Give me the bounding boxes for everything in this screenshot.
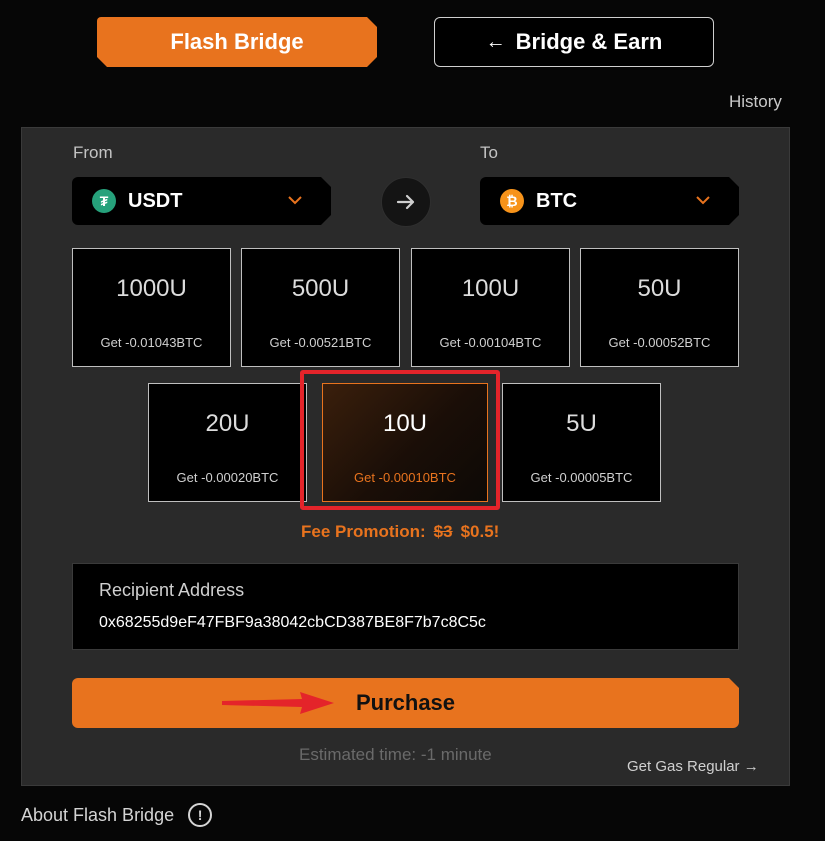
highlight-annotation xyxy=(300,370,500,510)
tab-bridge-earn-label: Bridge & Earn xyxy=(515,29,663,54)
amount-get: Get -0.00521BTC xyxy=(269,335,372,350)
arrow-right-icon xyxy=(396,194,415,210)
amount-get: Get -0.01043BTC xyxy=(100,335,203,350)
tether-icon: ₮ xyxy=(92,189,116,213)
from-token-select[interactable]: ₮ USDT xyxy=(72,177,331,225)
swap-button[interactable] xyxy=(381,177,431,227)
amount-option-1000u[interactable]: 1000U Get -0.01043BTC xyxy=(72,248,231,367)
tab-flash-bridge-label: Flash Bridge xyxy=(170,29,304,54)
amount-value: 1000U xyxy=(116,275,187,302)
about-flash-bridge[interactable]: About Flash Bridge ! xyxy=(21,803,213,827)
to-token-select[interactable]: ₿ BTC xyxy=(480,177,739,225)
purchase-button[interactable]: Purchase xyxy=(72,678,739,728)
fee-new-price: $0.5! xyxy=(460,522,500,541)
amount-value: 500U xyxy=(291,275,350,302)
from-token-label: USDT xyxy=(128,189,183,212)
amount-value: 100U xyxy=(461,275,520,302)
get-gas-link[interactable]: Get Gas Regular → xyxy=(627,758,759,775)
recipient-label: Recipient Address xyxy=(99,580,245,600)
recipient-address-value[interactable]: 0x68255d9eF47FBF9a38042cbCD387BE8F7b7c8C… xyxy=(99,614,486,632)
amount-get: Get -0.00104BTC xyxy=(439,335,542,350)
fee-promotion: Fee Promotion: $3 $0.5! xyxy=(301,522,499,542)
tab-bridge-earn[interactable]: ← Bridge & Earn xyxy=(434,17,714,67)
amount-option-500u[interactable]: 500U Get -0.00521BTC xyxy=(241,248,400,367)
recipient-address-field[interactable]: Recipient Address 0x68255d9eF47FBF9a3804… xyxy=(72,563,739,650)
amount-get: Get -0.00005BTC xyxy=(530,470,633,485)
bitcoin-icon: ₿ xyxy=(500,189,524,213)
from-label: From xyxy=(73,143,113,162)
to-label: To xyxy=(480,143,498,162)
amount-value: 20U xyxy=(205,410,250,437)
to-token-label: BTC xyxy=(536,189,578,212)
amount-value: 5U xyxy=(566,410,597,437)
chevron-down-icon xyxy=(696,196,710,205)
amount-option-5u[interactable]: 5U Get -0.00005BTC xyxy=(502,383,661,502)
amount-get: Get -0.00052BTC xyxy=(608,335,711,350)
info-icon[interactable]: ! xyxy=(188,803,213,827)
about-label: About Flash Bridge xyxy=(21,804,175,825)
history-link[interactable]: History xyxy=(729,92,782,112)
red-arrow-annotation xyxy=(222,692,334,714)
estimated-time: Estimated time: -1 minute xyxy=(299,745,492,764)
chevron-down-icon xyxy=(288,196,302,205)
tab-flash-bridge[interactable]: Flash Bridge xyxy=(97,17,377,67)
fee-label: Fee Promotion: xyxy=(301,522,426,541)
amount-option-100u[interactable]: 100U Get -0.00104BTC xyxy=(411,248,570,367)
arrow-left-icon: ← xyxy=(485,30,506,53)
fee-old-price: $3 xyxy=(433,522,453,541)
amount-value: 50U xyxy=(637,275,682,302)
amount-option-20u[interactable]: 20U Get -0.00020BTC xyxy=(148,383,307,502)
purchase-label: Purchase xyxy=(355,690,456,715)
amount-option-50u[interactable]: 50U Get -0.00052BTC xyxy=(580,248,739,367)
amount-get: Get -0.00020BTC xyxy=(176,470,279,485)
